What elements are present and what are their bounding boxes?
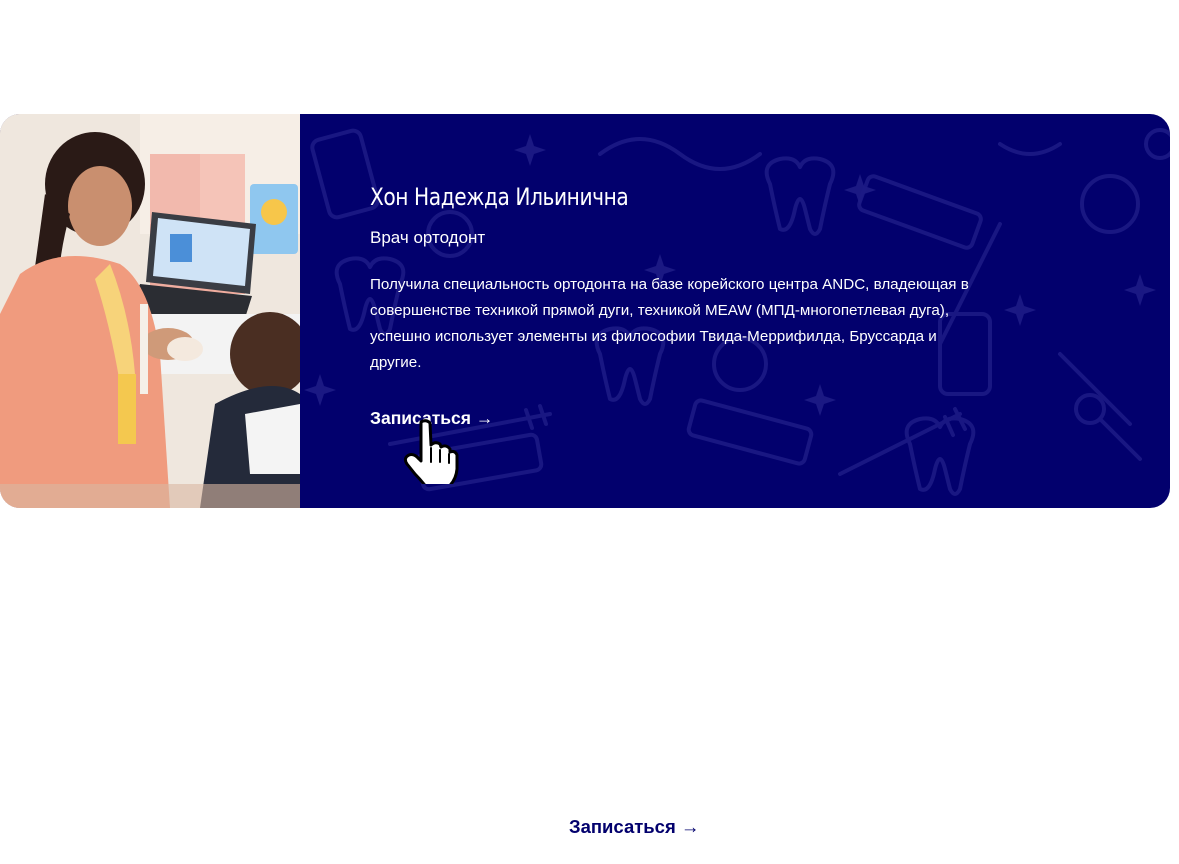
hand-pointer-icon [403, 419, 459, 484]
doctor-bio: Получила специальность ортодонта на базе… [370, 276, 969, 371]
doctor-card: Хон Надежда Ильинична Врач ортодонт Полу… [0, 114, 1170, 508]
doctor-text-block: Хон Надежда Ильинична Врач ортодонт Полу… [370, 180, 970, 429]
doctor-role: Врач ортодонт [370, 228, 486, 247]
doctor-name: Хон Надежда Ильинична [370, 183, 629, 211]
bottom-book-appointment-link[interactable]: Записаться → [569, 816, 699, 838]
doctor-photo [0, 114, 300, 508]
doctor-photo-image [0, 114, 300, 508]
page: Хон Надежда Ильинична Врач ортодонт Полу… [0, 0, 1179, 864]
